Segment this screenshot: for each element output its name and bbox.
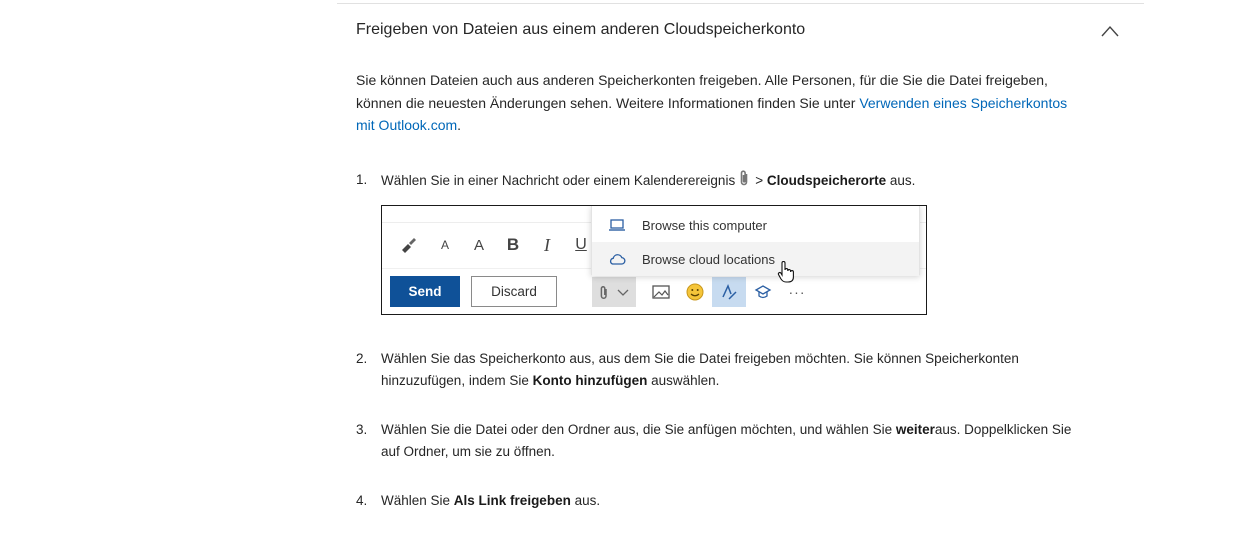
step-number: 1. bbox=[356, 172, 368, 187]
step-text: Wählen Sie das Speicherkonto aus, aus de… bbox=[381, 351, 1019, 388]
toolbar-screenshot: A A B I U Send Discard ··· Browse this c… bbox=[381, 205, 927, 315]
step-text: Wählen Sie Als Link freigeben aus. bbox=[381, 493, 601, 508]
menu-item-browse-cloud[interactable]: Browse cloud locations bbox=[592, 242, 919, 276]
editor-icon[interactable] bbox=[712, 277, 746, 307]
send-button[interactable]: Send bbox=[390, 276, 460, 307]
attach-button[interactable] bbox=[592, 277, 636, 307]
step-text: Wählen Sie in einer Nachricht oder einem… bbox=[381, 169, 1081, 192]
italic-icon: I bbox=[544, 234, 550, 255]
section-divider bbox=[337, 3, 1144, 4]
hand-cursor-icon bbox=[777, 261, 794, 283]
emoji-icon[interactable] bbox=[678, 277, 712, 307]
step-number: 4. bbox=[356, 493, 368, 508]
attach-menu: Browse this computer Browse cloud locati… bbox=[591, 206, 920, 276]
menu-item-browse-computer[interactable]: Browse this computer bbox=[592, 208, 919, 242]
bold-icon: B bbox=[506, 235, 520, 254]
chevron-down-icon bbox=[617, 289, 629, 296]
cloud-icon bbox=[609, 254, 626, 265]
paperclip-icon bbox=[740, 170, 748, 186]
insights-icon[interactable] bbox=[746, 277, 780, 307]
step-number: 3. bbox=[356, 422, 368, 437]
grow-font-icon: A bbox=[473, 236, 484, 254]
step-number: 2. bbox=[356, 351, 368, 366]
discard-button[interactable]: Discard bbox=[471, 276, 557, 307]
image-icon[interactable] bbox=[644, 277, 678, 307]
font-size-icon: A bbox=[440, 238, 449, 252]
section-title: Freigeben von Dateien aus einem anderen … bbox=[356, 21, 806, 38]
paperclip-icon bbox=[600, 286, 607, 300]
laptop-icon bbox=[609, 219, 625, 231]
section-header[interactable]: Freigeben von Dateien aus einem anderen … bbox=[356, 20, 1126, 44]
step-text: Wählen Sie die Datei oder den Ordner aus… bbox=[381, 422, 1072, 459]
intro-paragraph: Sie können Dateien auch aus anderen Spei… bbox=[356, 72, 1068, 133]
format-toolbar: A A B I U bbox=[398, 234, 598, 256]
chevron-up-icon[interactable] bbox=[1100, 24, 1120, 38]
format-painter-icon bbox=[402, 238, 416, 253]
